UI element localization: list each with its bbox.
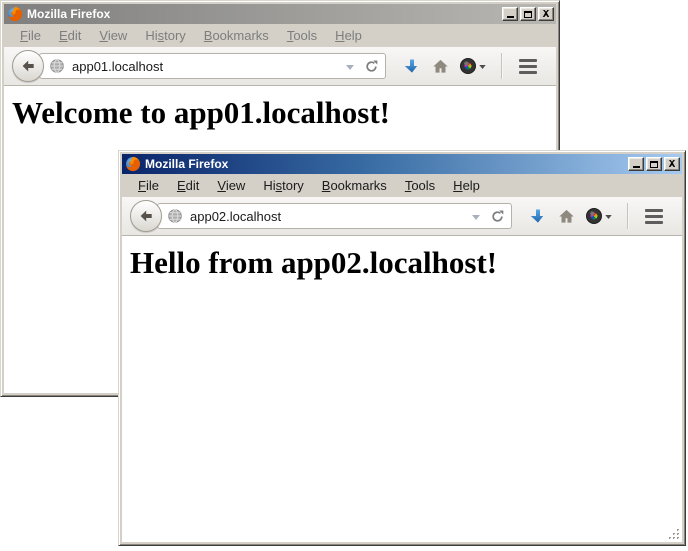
maximize-icon (650, 161, 658, 168)
minimize-button[interactable] (628, 157, 644, 171)
home-icon (432, 58, 449, 75)
sphere-dropdown-icon (605, 215, 612, 219)
download-button[interactable] (524, 201, 552, 231)
reload-button[interactable] (360, 55, 382, 77)
menu-bar: FileEditViewHistoryBookmarksToolsHelp (122, 174, 682, 197)
close-icon (542, 10, 550, 17)
menu-bar: FileEditViewHistoryBookmarksToolsHelp (4, 24, 556, 47)
menu-history[interactable]: History (136, 25, 194, 46)
maximize-button[interactable] (520, 7, 536, 21)
site-identity-globe-icon[interactable] (167, 208, 183, 224)
addon-sphere-button[interactable] (454, 51, 492, 81)
minimize-icon (507, 16, 514, 18)
menu-bookmarks[interactable]: Bookmarks (313, 175, 396, 196)
desktop: Mozilla Firefox FileEditViewHistoryBookm… (0, 0, 688, 551)
menu-tools[interactable]: Tools (396, 175, 444, 196)
menu-help[interactable]: Help (444, 175, 489, 196)
navigation-toolbar: app01.localhost (4, 47, 556, 86)
reload-button[interactable] (486, 205, 508, 227)
menu-hamburger-button[interactable] (510, 51, 546, 81)
page-content: Hello from app02.localhost! (122, 236, 682, 542)
url-input[interactable]: app02.localhost (190, 209, 468, 224)
download-arrow-icon (530, 208, 546, 224)
minimize-button[interactable] (502, 7, 518, 21)
back-arrow-icon (20, 58, 36, 74)
color-sphere-icon (460, 58, 476, 74)
urlbar-dropdown-icon[interactable] (346, 65, 354, 70)
home-icon (558, 208, 575, 225)
navigation-toolbar: app02.localhost (122, 197, 682, 236)
site-identity-globe-icon[interactable] (49, 58, 65, 74)
menu-history[interactable]: History (254, 175, 312, 196)
close-button[interactable] (664, 157, 680, 171)
titlebar[interactable]: Mozilla Firefox (122, 154, 682, 174)
close-icon (668, 160, 676, 167)
maximize-button[interactable] (646, 157, 662, 171)
menu-view[interactable]: View (208, 175, 254, 196)
page-heading: Hello from app02.localhost! (130, 245, 674, 281)
maximize-icon (524, 11, 532, 18)
toolbar-separator (627, 203, 629, 229)
window-title: Mozilla Firefox (27, 7, 502, 21)
urlbar-dropdown-icon[interactable] (472, 215, 480, 220)
home-button[interactable] (552, 201, 580, 231)
window-title: Mozilla Firefox (145, 157, 628, 171)
menu-file[interactable]: File (129, 175, 168, 196)
url-bar[interactable]: app02.localhost (157, 203, 512, 229)
download-arrow-icon (404, 58, 420, 74)
menu-tools[interactable]: Tools (278, 25, 326, 46)
titlebar[interactable]: Mozilla Firefox (4, 4, 556, 24)
page-heading: Welcome to app01.localhost! (12, 95, 548, 131)
firefox-window-app02: Mozilla Firefox FileEditViewHistoryBookm… (118, 150, 686, 546)
firefox-logo-icon (125, 156, 141, 172)
toolbar-separator (501, 53, 503, 79)
menu-edit[interactable]: Edit (168, 175, 208, 196)
back-button[interactable] (12, 50, 44, 82)
menu-hamburger-button[interactable] (636, 201, 672, 231)
close-button[interactable] (538, 7, 554, 21)
color-sphere-icon (586, 208, 602, 224)
sphere-dropdown-icon (479, 65, 486, 69)
reload-icon (364, 59, 379, 74)
url-bar[interactable]: app01.localhost (39, 53, 386, 79)
download-button[interactable] (398, 51, 426, 81)
menu-file[interactable]: File (11, 25, 50, 46)
menu-help[interactable]: Help (326, 25, 371, 46)
reload-icon (490, 209, 505, 224)
back-button[interactable] (130, 200, 162, 232)
addon-sphere-button[interactable] (580, 201, 618, 231)
home-button[interactable] (426, 51, 454, 81)
menu-view[interactable]: View (90, 25, 136, 46)
url-input[interactable]: app01.localhost (72, 59, 342, 74)
minimize-icon (633, 166, 640, 168)
menu-bookmarks[interactable]: Bookmarks (195, 25, 278, 46)
resize-grip[interactable] (667, 527, 681, 541)
back-arrow-icon (138, 208, 154, 224)
firefox-logo-icon (7, 6, 23, 22)
menu-edit[interactable]: Edit (50, 25, 90, 46)
